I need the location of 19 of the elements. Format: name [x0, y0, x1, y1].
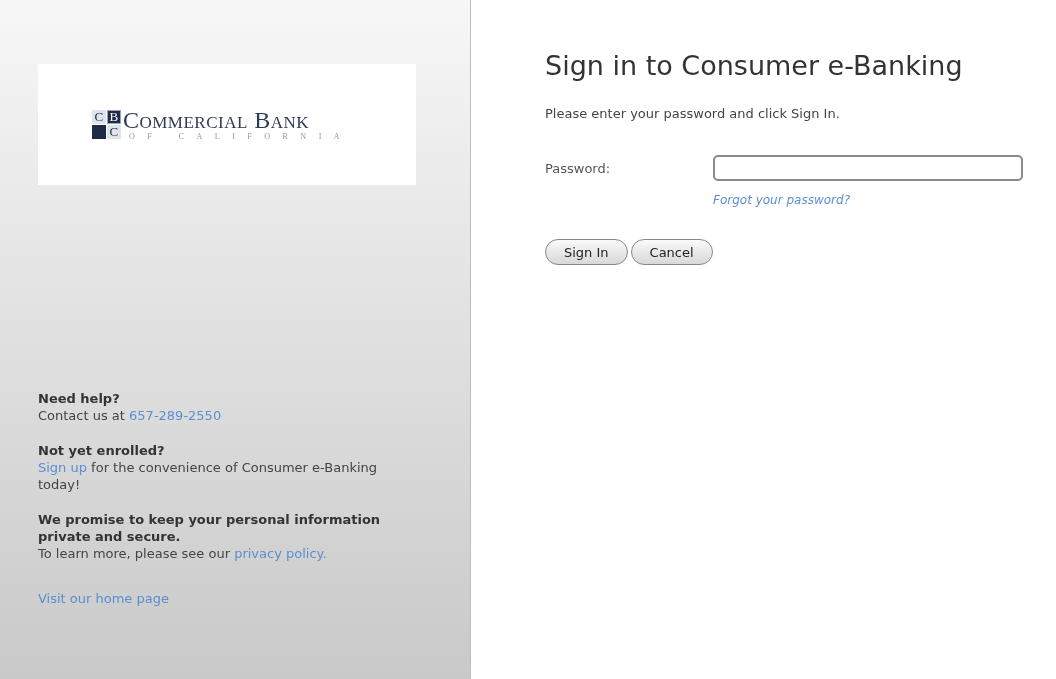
- help-link[interactable]: Sign up: [38, 460, 87, 475]
- help-heading: We promise to keep your personal information private and secure.: [38, 511, 382, 545]
- cancel-button[interactable]: Cancel: [630, 239, 713, 265]
- help-link[interactable]: privacy policy.: [234, 546, 327, 561]
- instructions-text: Please enter your password and click Sign In.: [545, 106, 841, 121]
- home-page-link[interactable]: Visit our home page: [38, 591, 169, 606]
- help-link[interactable]: 657-289-2550: [129, 408, 222, 423]
- password-field[interactable]: [713, 155, 1023, 181]
- sign-in-button[interactable]: Sign In: [545, 239, 628, 265]
- help-text: Contact us at 657-289-2550: [38, 407, 223, 424]
- bank-name: Commercial Bank: [122, 107, 311, 132]
- password-label: Password:: [545, 160, 612, 178]
- bank-tagline: OF CALIFORNIA: [127, 131, 353, 142]
- help-text: To learn more, please see our privacy policy.: [38, 545, 328, 562]
- help-text: Sign up for the convenience of Consumer e-Banking today!: [38, 459, 379, 493]
- forgot-password-link[interactable]: Forgot your password?: [713, 193, 850, 207]
- help-heading: Need help?: [38, 390, 121, 407]
- page-title: Sign in to Consumer e-Banking: [545, 49, 964, 83]
- help-heading: Not yet enrolled?: [38, 442, 166, 459]
